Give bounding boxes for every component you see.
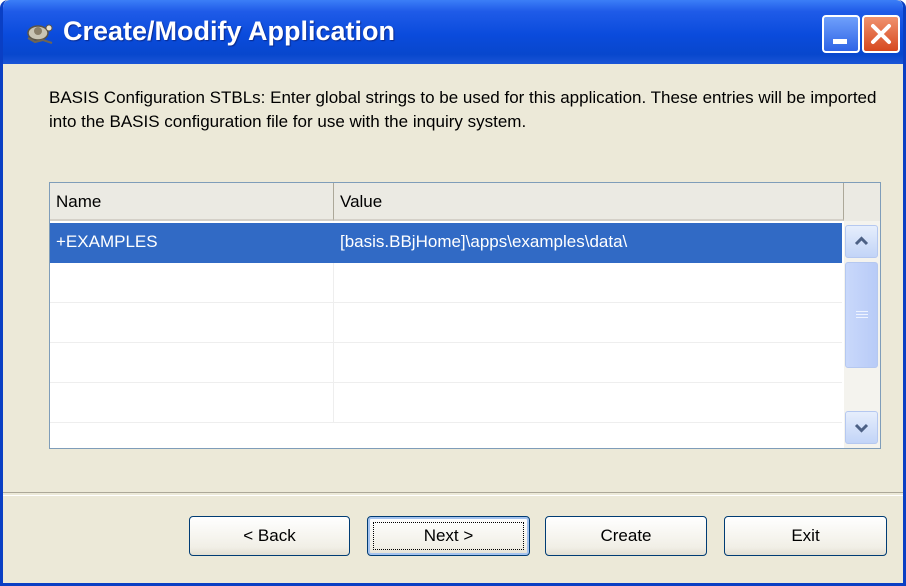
close-icon [871,24,891,44]
cell-name[interactable] [50,383,334,423]
minimize-icon [833,39,847,44]
scroll-down-button[interactable] [845,411,878,444]
application-icon [27,24,53,44]
back-button[interactable]: < Back [189,516,350,556]
grip-line [856,314,868,315]
table-row[interactable] [50,303,842,343]
scroll-up-button[interactable] [845,225,878,258]
table-row[interactable] [50,383,842,423]
column-header-name[interactable]: Name [50,183,334,221]
minimize-button[interactable] [822,15,860,53]
grip-line [856,317,868,318]
table-row[interactable] [50,343,842,383]
table-row[interactable] [50,263,842,303]
exit-button[interactable]: Exit [724,516,887,556]
cell-name[interactable] [50,303,334,343]
title-bar[interactable]: Create/Modify Application [3,0,903,64]
stbl-grid[interactable]: Name Value +EXAMPLES [basis.BBjHome]\app… [49,182,881,449]
cell-value[interactable] [334,303,842,343]
create-button[interactable]: Create [545,516,707,556]
chevron-down-icon [854,423,869,433]
cell-name[interactable]: +EXAMPLES [50,223,334,263]
next-button[interactable]: Next > [367,516,530,556]
focus-ring [373,522,524,550]
header-corner [844,183,880,223]
footer-separator [3,492,903,496]
cell-name[interactable] [50,343,334,383]
cell-value[interactable] [334,343,842,383]
cell-value[interactable] [334,263,842,303]
close-button[interactable] [862,15,900,53]
chevron-up-icon [854,236,869,246]
grip-line [856,311,868,312]
cell-value[interactable] [334,383,842,423]
instruction-text: BASIS Configuration STBLs: Enter global … [49,88,877,131]
table-row[interactable]: +EXAMPLES [basis.BBjHome]\apps\examples\… [50,223,842,263]
window-title: Create/Modify Application [63,16,396,46]
vertical-scrollbar[interactable] [844,221,880,448]
dialog-window: Create/Modify Application BASIS Configur… [0,0,906,586]
column-header-value[interactable]: Value [334,183,844,221]
cell-value[interactable]: [basis.BBjHome]\apps\examples\data\ [334,223,842,263]
scroll-thumb[interactable] [845,262,878,368]
cell-name[interactable] [50,263,334,303]
